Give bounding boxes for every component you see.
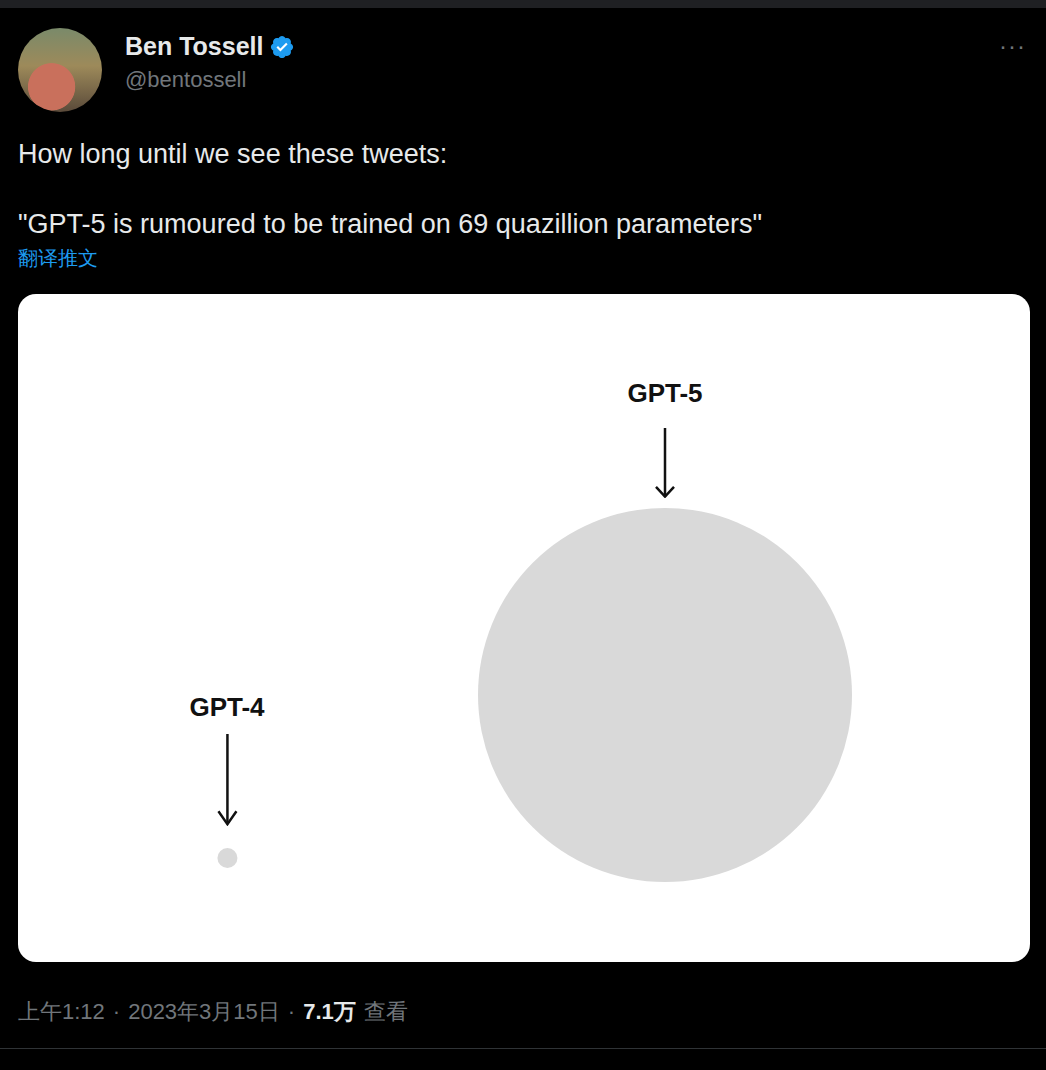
- author-handle[interactable]: @bentossell: [125, 67, 976, 93]
- tweet-date[interactable]: 2023年3月15日: [128, 998, 280, 1026]
- views-label: 查看: [364, 998, 408, 1026]
- tweet-page: Ben Tossell @bentossell ··· How long until …: [0, 0, 1046, 1070]
- tweet-time[interactable]: 上午1:12: [18, 998, 105, 1026]
- tweet-image[interactable]: GPT-4 GPT-5: [18, 294, 1030, 962]
- view-count: 7.1万: [303, 998, 356, 1026]
- diagram-node: GPT-5: [478, 378, 852, 882]
- tweet-text: How long until we see these tweets: "GPT-…: [18, 137, 1030, 242]
- name-row: Ben Tossell: [125, 32, 976, 61]
- tweet-header: Ben Tossell @bentossell ···: [18, 28, 1030, 112]
- tweet-meta: 上午1:12 · 2023年3月15日 · 7.1万查看: [18, 998, 1030, 1026]
- node-label: GPT-5: [627, 378, 702, 408]
- verified-badge-icon: [269, 34, 295, 60]
- author-block: Ben Tossell @bentossell: [125, 28, 976, 93]
- more-button[interactable]: ···: [999, 28, 1030, 60]
- size-circle: [217, 848, 237, 868]
- down-arrow-icon: [215, 734, 239, 826]
- size-circle: [478, 508, 852, 882]
- translate-link[interactable]: 翻译推文: [18, 244, 1030, 272]
- meta-separator: ·: [288, 998, 295, 1026]
- node-label: GPT-4: [189, 692, 264, 722]
- avatar-image[interactable]: [18, 28, 102, 112]
- tweet-line: How long until we see these tweets:: [18, 137, 1030, 172]
- divider: [0, 1048, 1046, 1049]
- diagram-node: GPT-4: [189, 692, 264, 868]
- author-name[interactable]: Ben Tossell: [125, 32, 263, 61]
- down-arrow-icon: [653, 428, 677, 498]
- meta-separator: ·: [113, 998, 120, 1026]
- tweet-line: "GPT-5 is rumoured to be trained on 69 q…: [18, 207, 1030, 242]
